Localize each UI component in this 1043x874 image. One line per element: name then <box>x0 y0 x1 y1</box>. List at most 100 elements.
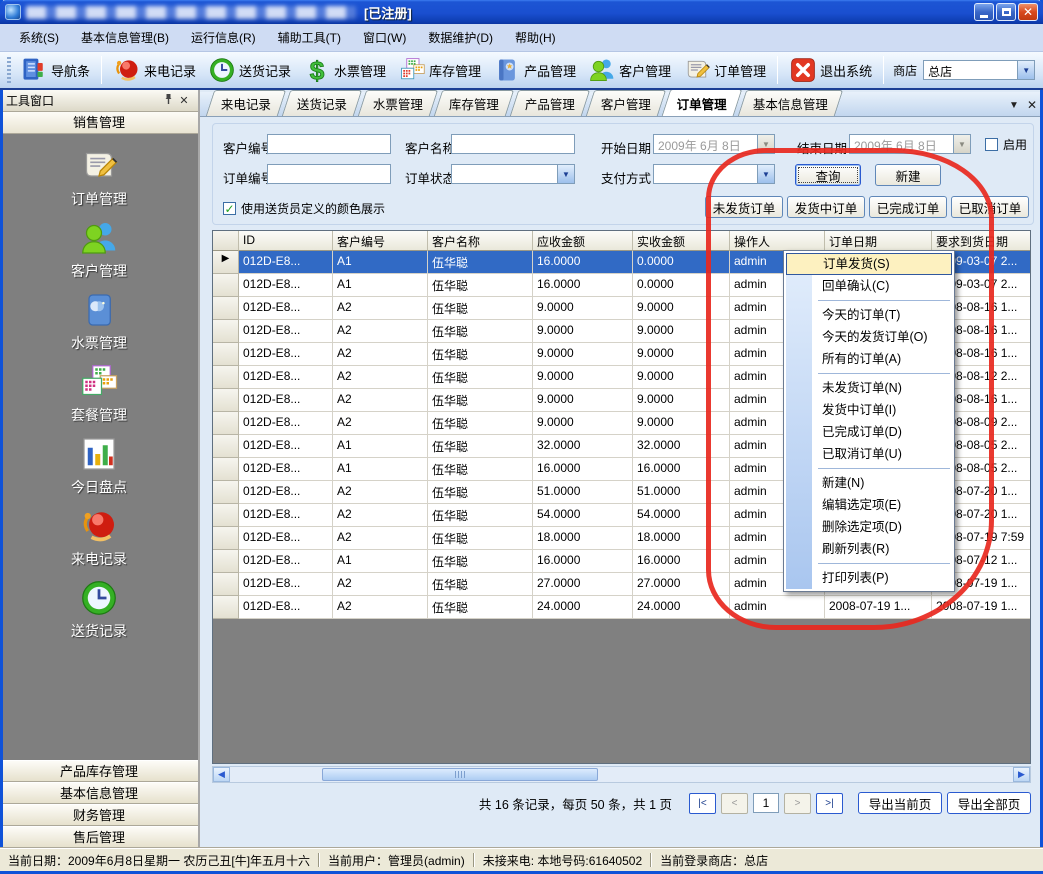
quick-filter-button-3[interactable]: 已取消订单 <box>951 196 1029 218</box>
order-no-input[interactable] <box>267 164 391 184</box>
scroll-left-icon[interactable]: ◀ <box>213 767 230 782</box>
tab-list-dropdown-icon[interactable]: ▼ <box>1009 100 1019 111</box>
column-header-6[interactable]: 订单日期 <box>825 231 932 251</box>
end-date-picker[interactable]: 2009年 6月 8日 ▼ <box>849 134 971 154</box>
horizontal-scrollbar[interactable]: ◀ ▶ <box>212 766 1031 783</box>
context-menu-item-0[interactable]: 订单发货(S) <box>786 253 952 275</box>
pay-method-combobox[interactable]: ▼ <box>653 164 775 184</box>
menubar-item-1[interactable]: 基本信息管理(B) <box>70 26 180 49</box>
context-menu-item-12[interactable]: 新建(N) <box>786 472 952 494</box>
sidebar-item-6[interactable]: 送货记录 <box>24 578 174 650</box>
sidebar-item-4[interactable]: 今日盘点 <box>24 434 174 506</box>
table-cell: 伍华聪 <box>428 297 533 320</box>
query-button[interactable]: 查询 <box>795 164 861 186</box>
tab-1[interactable]: 送货记录 <box>282 90 362 116</box>
chevron-down-icon[interactable]: ▼ <box>1017 61 1034 79</box>
chevron-down-icon[interactable]: ▼ <box>757 165 774 183</box>
tab-5[interactable]: 客户管理 <box>586 90 666 116</box>
context-menu-item-9[interactable]: 已完成订单(D) <box>786 421 952 443</box>
menubar-item-4[interactable]: 窗口(W) <box>352 26 417 49</box>
toolbar-grip[interactable] <box>7 57 11 83</box>
tab-7[interactable]: 基本信息管理 <box>738 90 843 116</box>
sidebar-item-2[interactable]: 水票管理 <box>24 290 174 362</box>
toolbar-button-5[interactable]: 产品管理 <box>487 53 582 87</box>
context-menu-item-3[interactable]: 今天的订单(T) <box>786 304 952 326</box>
sidebar-group-header[interactable]: 销售管理 <box>0 112 198 134</box>
table-row[interactable]: 012D-E8...A2伍华聪24.000024.0000admin2008-0… <box>213 596 1030 619</box>
page-number-input[interactable] <box>753 793 779 813</box>
export-current-page-button[interactable]: 导出当前页 <box>858 792 942 814</box>
toolbar-button-6[interactable]: 客户管理 <box>582 53 677 87</box>
order-state-combobox[interactable]: ▼ <box>451 164 575 184</box>
column-header-5[interactable]: 操作人 <box>730 231 825 251</box>
context-menu-item-14[interactable]: 删除选定项(D) <box>786 516 952 538</box>
toolbar-button-3[interactable]: $水票管理 <box>297 53 392 87</box>
context-menu-item-15[interactable]: 刷新列表(R) <box>786 538 952 560</box>
tab-4[interactable]: 产品管理 <box>510 90 590 116</box>
scrollbar-thumb[interactable] <box>322 768 598 781</box>
column-header-4[interactable]: 实收金额 <box>633 231 730 251</box>
sidebar-group-button-3[interactable]: 售后管理 <box>0 826 198 848</box>
sidebar-group-button-1[interactable]: 基本信息管理 <box>0 782 198 804</box>
sidebar-item-3[interactable]: 套餐管理 <box>24 362 174 434</box>
column-header-2[interactable]: 客户名称 <box>428 231 533 251</box>
toolbar-button-8[interactable]: 退出系统 <box>783 53 878 87</box>
quick-filter-button-2[interactable]: 已完成订单 <box>869 196 947 218</box>
menubar-item-5[interactable]: 数据维护(D) <box>417 26 504 49</box>
minimize-button[interactable] <box>974 3 994 21</box>
last-page-button[interactable]: >| <box>816 793 843 814</box>
customer-name-input[interactable] <box>451 134 575 154</box>
sidebar-item-5[interactable]: 来电记录 <box>24 506 174 578</box>
menubar-item-0[interactable]: 系统(S) <box>8 26 70 49</box>
tab-label: 库存管理 <box>449 94 499 113</box>
quick-filter-button-1[interactable]: 发货中订单 <box>787 196 865 218</box>
toolbar-button-4[interactable]: 库存管理 <box>392 53 487 87</box>
scroll-right-icon[interactable]: ▶ <box>1013 767 1030 782</box>
toolbar-button-2[interactable]: 送货记录 <box>202 53 297 87</box>
shop-combobox[interactable]: 总店 ▼ <box>923 60 1035 80</box>
delivery-color-checkbox[interactable]: ✓ <box>223 202 236 215</box>
column-header-3[interactable]: 应收金额 <box>533 231 633 251</box>
sidebar-group-button-0[interactable]: 产品库存管理 <box>0 760 198 782</box>
menubar-item-2[interactable]: 运行信息(R) <box>180 26 267 49</box>
context-menu-item-10[interactable]: 已取消订单(U) <box>786 443 952 465</box>
sidebar-group-button-2[interactable]: 财务管理 <box>0 804 198 826</box>
customer-no-input[interactable] <box>267 134 391 154</box>
context-menu-item-13[interactable]: 编辑选定项(E) <box>786 494 952 516</box>
tab-3[interactable]: 库存管理 <box>434 90 514 116</box>
context-menu-item-7[interactable]: 未发货订单(N) <box>786 377 952 399</box>
menubar-item-3[interactable]: 辅助工具(T) <box>267 26 352 49</box>
tab-6[interactable]: 订单管理 <box>662 89 743 116</box>
next-page-button[interactable]: > <box>784 793 811 814</box>
column-header-0[interactable]: ID <box>239 231 333 251</box>
export-all-pages-button[interactable]: 导出全部页 <box>947 792 1031 814</box>
tab-0[interactable]: 来电记录 <box>206 90 286 116</box>
pin-icon[interactable] <box>160 93 176 108</box>
sidebar-close-icon[interactable]: ✕ <box>176 94 192 107</box>
sidebar-item-1[interactable]: 客户管理 <box>24 218 174 290</box>
enable-checkbox[interactable] <box>985 138 998 151</box>
maximize-button[interactable] <box>996 3 1016 21</box>
menubar-item-6[interactable]: 帮助(H) <box>504 26 567 49</box>
column-header-7[interactable]: 要求到货日期 <box>932 231 1031 251</box>
menu-separator <box>818 563 950 564</box>
column-header-1[interactable]: 客户编号 <box>333 231 428 251</box>
toolbar-button-0[interactable]: 导航条 <box>14 53 96 87</box>
sidebar-item-0[interactable]: 订单管理 <box>24 146 174 218</box>
context-menu-item-17[interactable]: 打印列表(P) <box>786 567 952 589</box>
context-menu-item-5[interactable]: 所有的订单(A) <box>786 348 952 370</box>
close-button[interactable]: ✕ <box>1018 3 1038 21</box>
context-menu-item-4[interactable]: 今天的发货订单(O) <box>786 326 952 348</box>
context-menu-item-1[interactable]: 回单确认(C) <box>786 275 952 297</box>
start-date-picker[interactable]: 2009年 6月 8日 ▼ <box>653 134 775 154</box>
toolbar-button-1[interactable]: 来电记录 <box>107 53 202 87</box>
new-button[interactable]: 新建 <box>875 164 941 186</box>
first-page-button[interactable]: |< <box>689 793 716 814</box>
tab-close-icon[interactable]: ✕ <box>1027 98 1037 112</box>
toolbar-button-7[interactable]: 订单管理 <box>677 53 772 87</box>
prev-page-button[interactable]: < <box>721 793 748 814</box>
quick-filter-button-0[interactable]: 未发货订单 <box>705 196 783 218</box>
tab-2[interactable]: 水票管理 <box>358 90 438 116</box>
context-menu-item-8[interactable]: 发货中订单(I) <box>786 399 952 421</box>
chevron-down-icon[interactable]: ▼ <box>557 165 574 183</box>
